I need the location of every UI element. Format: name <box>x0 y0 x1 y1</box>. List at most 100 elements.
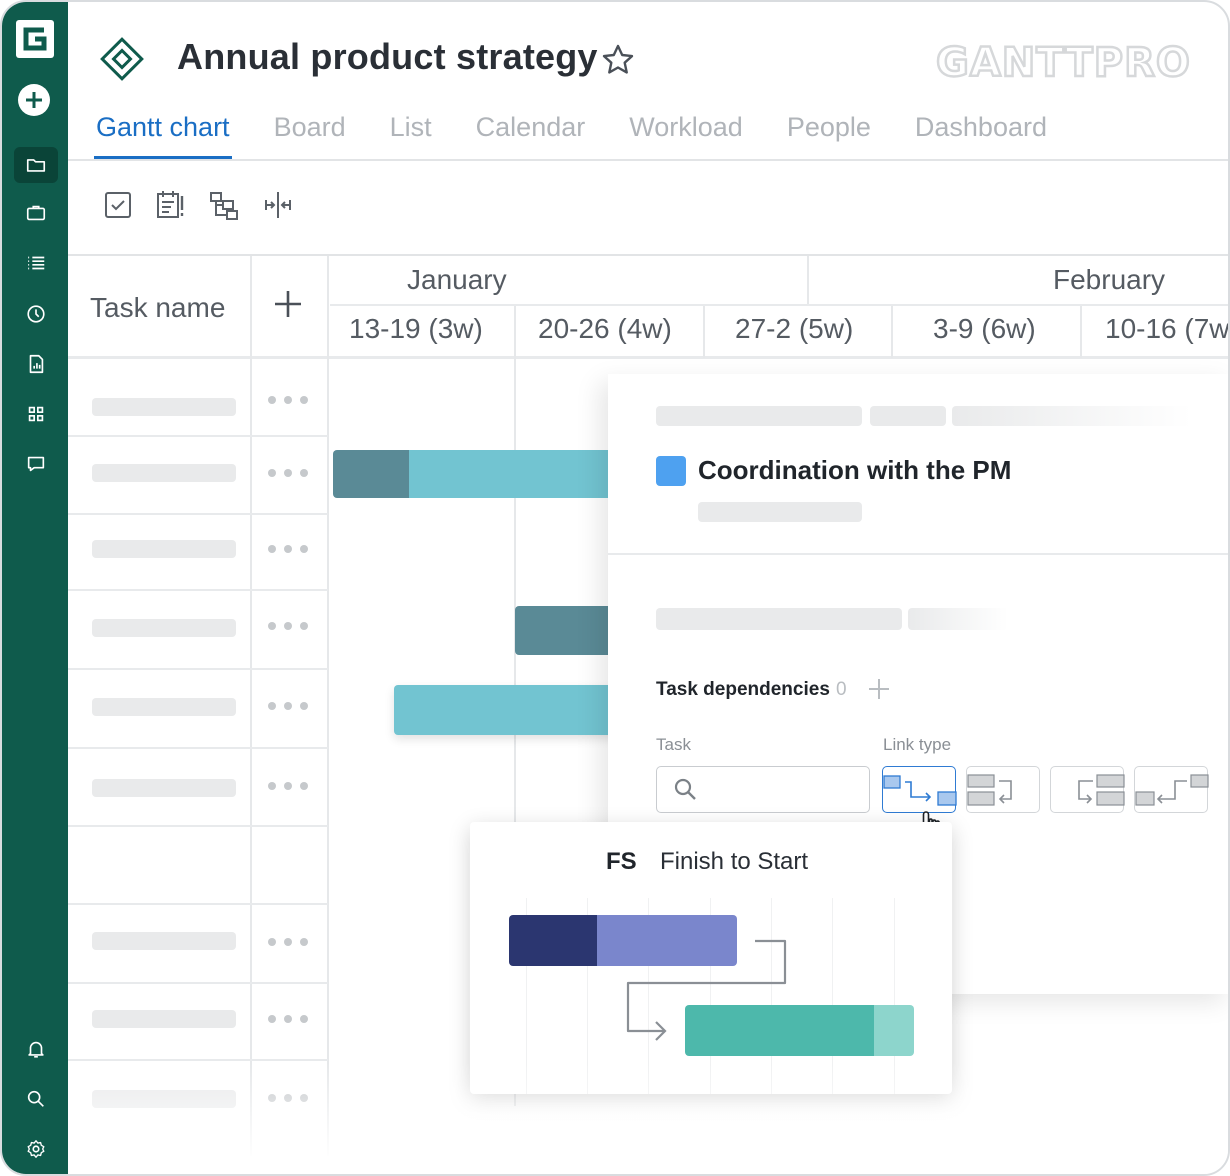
panel-divider <box>608 553 1228 555</box>
week-header: 20-26 (4w) <box>538 313 672 344</box>
sidebar-item-reports[interactable] <box>14 346 58 382</box>
report-icon <box>29 354 44 374</box>
row-divider <box>68 435 328 437</box>
month-february: February <box>1053 264 1166 295</box>
project-title: Annual product strategy <box>177 36 598 77</box>
task-name-placeholder <box>92 464 236 482</box>
task-color-swatch[interactable] <box>656 456 686 486</box>
list-icon <box>28 256 45 270</box>
row-menu-icon[interactable] <box>268 622 308 632</box>
search-icon <box>27 1090 44 1107</box>
breadcrumb-placeholder <box>656 406 862 426</box>
tabs-divider <box>68 159 1228 161</box>
task-name-placeholder <box>92 398 236 416</box>
brand-logo: GANTTPRO <box>935 39 1191 88</box>
clock-icon <box>27 305 45 323</box>
project-icon <box>98 35 146 83</box>
star-icon[interactable] <box>600 42 636 78</box>
week-header: 3-9 (6w) <box>933 313 1036 344</box>
successor-bar <box>685 1005 874 1056</box>
row-divider <box>68 825 328 827</box>
hierarchy-icon[interactable] <box>207 188 241 222</box>
task-bar-progress[interactable] <box>515 606 619 655</box>
link-type-finish-to-start[interactable] <box>882 766 957 813</box>
checkbox-icon[interactable] <box>101 188 135 222</box>
link-type-finish-to-finish[interactable] <box>1050 766 1125 813</box>
split-icon[interactable] <box>261 188 295 222</box>
task-name-header[interactable]: Task name <box>90 292 225 324</box>
calendar-alert-icon[interactable] <box>154 188 188 222</box>
row-divider <box>68 668 328 670</box>
row-menu-icon[interactable] <box>268 702 308 712</box>
add-icon[interactable] <box>18 84 50 116</box>
week-divider <box>891 306 893 358</box>
link-type-label: Link type <box>883 735 952 754</box>
bell-icon <box>28 1041 44 1058</box>
sidebar-item-notifications[interactable] <box>14 1031 58 1067</box>
link-type-start-to-finish[interactable] <box>1134 766 1209 813</box>
task-name-placeholder <box>92 779 236 797</box>
dependencies-label: Task dependencies <box>656 679 830 700</box>
row-menu-icon[interactable] <box>268 938 308 948</box>
add-dependency-button[interactable] <box>868 678 890 700</box>
sidebar-item-search[interactable] <box>14 1081 58 1117</box>
task-bar[interactable] <box>394 685 619 735</box>
chat-icon <box>27 456 45 472</box>
column-divider <box>327 256 329 1156</box>
dependencies-count: 0 <box>836 679 847 700</box>
sidebar-item-chat[interactable] <box>14 446 58 482</box>
task-title[interactable]: Coordination with the PM <box>698 455 1011 486</box>
tab-board[interactable]: Board <box>274 110 346 160</box>
task-field-label: Task <box>656 735 691 754</box>
grid-apps-icon <box>28 406 44 422</box>
row-divider <box>68 589 328 591</box>
tab-dashboard[interactable]: Dashboard <box>915 110 1047 160</box>
tab-list[interactable]: List <box>390 110 432 160</box>
sidebar <box>2 2 68 1174</box>
link-type-tooltip: FS Finish to Start <box>470 822 952 1094</box>
week-header: 10-16 (7w) <box>1105 313 1230 344</box>
row-divider <box>68 982 328 984</box>
row-divider <box>68 513 328 515</box>
sidebar-item-portfolio[interactable] <box>14 195 58 231</box>
link-type-start-to-start[interactable] <box>966 766 1040 813</box>
task-search-input[interactable] <box>656 766 870 813</box>
row-divider <box>68 903 328 905</box>
row-divider <box>68 747 328 749</box>
row-menu-icon[interactable] <box>268 782 308 792</box>
tab-people[interactable]: People <box>787 110 871 160</box>
successor-bar-remaining <box>874 1005 914 1056</box>
week-header: 13-19 (3w) <box>349 313 483 344</box>
tab-workload[interactable]: Workload <box>629 110 743 160</box>
month-divider <box>330 304 1228 306</box>
row-menu-icon[interactable] <box>268 396 308 406</box>
view-tabs: Gantt chart Board List Calendar Workload… <box>94 110 1091 160</box>
week-header: 27-2 (5w) <box>735 313 854 344</box>
briefcase-icon <box>26 205 46 221</box>
sidebar-item-tasks[interactable] <box>14 245 58 281</box>
month-january: January <box>407 264 507 295</box>
row-menu-icon[interactable] <box>268 545 308 555</box>
tab-gantt-chart[interactable]: Gantt chart <box>94 110 232 160</box>
field-placeholder <box>908 608 1008 630</box>
add-column-button[interactable] <box>272 288 304 320</box>
row-menu-icon[interactable] <box>268 469 308 479</box>
row-menu-icon[interactable] <box>268 1015 308 1025</box>
tab-calendar[interactable]: Calendar <box>476 110 586 160</box>
task-name-placeholder <box>92 540 236 558</box>
task-name-placeholder <box>92 619 236 637</box>
task-name-placeholder <box>92 932 236 950</box>
subtitle-placeholder <box>698 502 862 522</box>
sidebar-item-settings[interactable] <box>14 1131 58 1167</box>
month-boundary <box>807 256 809 304</box>
sidebar-item-projects[interactable] <box>14 147 58 183</box>
ganttpro-logo[interactable] <box>16 20 54 58</box>
search-icon <box>674 778 696 800</box>
task-bar-progress[interactable] <box>333 450 409 498</box>
week-divider <box>1080 306 1082 358</box>
task-name-placeholder <box>92 698 236 716</box>
sidebar-item-apps[interactable] <box>14 396 58 432</box>
field-placeholder <box>656 608 902 630</box>
task-bar[interactable] <box>409 450 619 498</box>
sidebar-item-time[interactable] <box>14 296 58 332</box>
